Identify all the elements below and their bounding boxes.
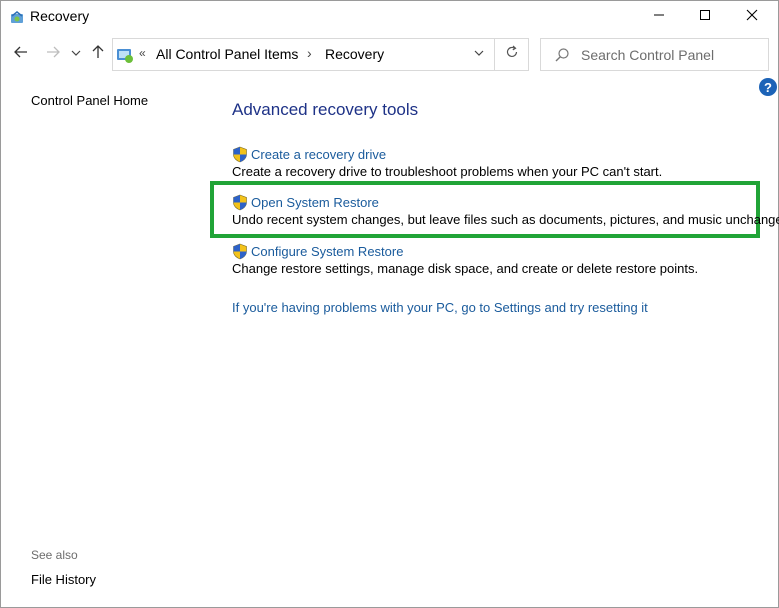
search-icon — [554, 47, 570, 63]
uac-shield-icon — [232, 146, 248, 163]
configure-system-restore-link[interactable]: Configure System Restore — [251, 244, 403, 259]
breadcrumb-recovery[interactable]: Recovery — [325, 46, 384, 62]
minimize-button[interactable] — [636, 1, 682, 32]
search-input[interactable] — [581, 45, 761, 65]
maximize-icon — [699, 8, 711, 26]
back-arrow-icon — [13, 44, 29, 65]
uac-shield-icon — [232, 194, 248, 211]
address-dropdown-button[interactable] — [468, 46, 490, 64]
minimize-icon — [653, 8, 665, 26]
open-system-restore-link[interactable]: Open System Restore — [251, 195, 379, 210]
configure-system-restore-description: Change restore settings, manage disk spa… — [232, 261, 699, 276]
dropdown-chevron-icon — [473, 46, 485, 64]
up-button[interactable] — [88, 44, 108, 64]
recovery-icon — [9, 9, 25, 25]
file-history-link[interactable]: File History — [31, 572, 96, 587]
recovery-window: Recovery « All Control Panel Items › Rec… — [0, 0, 779, 608]
create-recovery-drive-description: Create a recovery drive to troubleshoot … — [232, 164, 663, 179]
refresh-button[interactable] — [495, 38, 529, 71]
title-bar: Recovery — [1, 1, 778, 32]
search-box[interactable] — [540, 38, 769, 71]
help-icon[interactable]: ? — [759, 78, 777, 96]
maximize-button[interactable] — [682, 1, 728, 32]
see-also-label: See also — [31, 548, 78, 562]
refresh-icon — [505, 45, 519, 64]
breadcrumb-overflow[interactable]: « — [139, 46, 146, 60]
breadcrumb-separator[interactable]: › — [307, 45, 312, 61]
up-arrow-icon — [90, 44, 106, 65]
close-button[interactable] — [729, 1, 775, 32]
forward-button[interactable] — [43, 44, 63, 64]
navigation-bar: « All Control Panel Items › Recovery — [1, 35, 778, 73]
control-panel-icon — [116, 46, 134, 64]
reset-pc-link[interactable]: If you're having problems with your PC, … — [232, 300, 648, 315]
create-recovery-drive-link[interactable]: Create a recovery drive — [251, 147, 386, 162]
breadcrumb-all-control-panel-items[interactable]: All Control Panel Items — [156, 46, 298, 62]
forward-arrow-icon — [45, 44, 61, 65]
address-bar[interactable]: « All Control Panel Items › Recovery — [112, 38, 495, 71]
open-system-restore-description: Undo recent system changes, but leave fi… — [232, 212, 779, 227]
window-title: Recovery — [30, 8, 90, 24]
recent-locations-button[interactable] — [68, 44, 84, 64]
page-title: Advanced recovery tools — [232, 100, 419, 119]
control-panel-home-link[interactable]: Control Panel Home — [31, 93, 148, 108]
back-button[interactable] — [11, 44, 31, 64]
close-icon — [746, 8, 758, 26]
uac-shield-icon — [232, 243, 248, 260]
recent-chevron-icon — [71, 45, 81, 63]
